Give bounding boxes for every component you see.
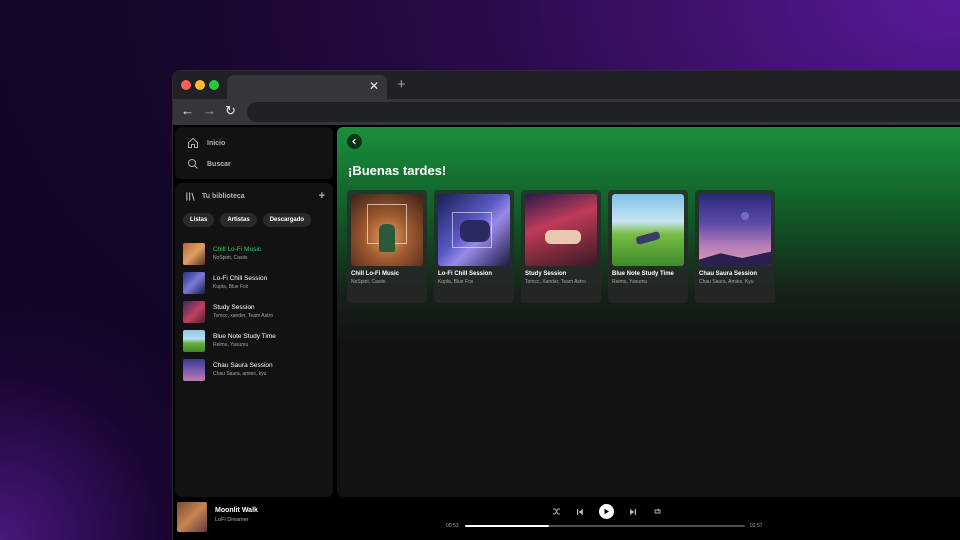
browser-toolbar: ← → ↻: [173, 99, 960, 125]
previous-icon[interactable]: [575, 507, 585, 517]
repeat-icon[interactable]: [652, 507, 662, 517]
library-filter-chips: Listas Artistas Descargado: [183, 213, 312, 227]
playlist-card[interactable]: Lo-Fi Chill Session Kupla, Blue Fox: [434, 190, 514, 303]
library-icon: [186, 191, 195, 201]
playlist-title: Lo-Fi Chill Session: [213, 275, 268, 282]
chevron-left-icon: [352, 138, 356, 145]
list-item[interactable]: Study Session Tomcc, xander, Team Astro: [183, 297, 329, 326]
browser-forward-icon[interactable]: →: [203, 103, 216, 119]
sidebar-item-search[interactable]: Buscar: [187, 156, 231, 172]
playlist-subtitle: Kupla, Blue Fox: [213, 284, 249, 290]
list-item[interactable]: Lo-Fi Chill Session Kupla, Blue Fox: [183, 268, 329, 297]
search-icon: [188, 159, 198, 169]
playlist-card[interactable]: Blue Note Study Time Reimu, Yasumu: [608, 190, 688, 303]
card-subtitle: NoSpirit, Casiio: [351, 279, 386, 285]
progress-fill: [465, 525, 549, 527]
card-subtitle: Reimu, Yasumu: [612, 279, 648, 285]
close-tab-icon[interactable]: ✕: [369, 79, 379, 93]
playlist-thumbnail: [183, 300, 205, 323]
playlist-cover: [438, 194, 510, 266]
new-tab-icon[interactable]: +: [397, 76, 406, 93]
playlist-title: Blue Note Study Time: [213, 333, 276, 340]
chip-descargado[interactable]: Descargado: [262, 213, 312, 227]
shuffle-icon[interactable]: [551, 507, 561, 517]
current-time: 00:53: [446, 523, 459, 529]
plus-icon[interactable]: +: [319, 190, 325, 202]
playlist-card[interactable]: Chau Saura Session Chau Saura, Amies, Ky…: [695, 190, 775, 303]
now-playing-art: [177, 502, 207, 532]
playback-controls: [551, 504, 662, 519]
card-title: Chill Lo-Fi Music: [351, 271, 399, 277]
card-subtitle: Tomcc, Xander, Team Astro: [525, 279, 586, 285]
playlist-subtitle: Reimu, Yasumu: [213, 342, 249, 348]
playlist-title: Study Session: [213, 304, 255, 311]
sidebar-item-label: Inicio: [207, 139, 226, 147]
card-title: Chau Saura Session: [699, 271, 758, 277]
address-bar[interactable]: [247, 102, 960, 122]
home-icon: [188, 137, 198, 148]
play-icon: [604, 508, 609, 515]
duration: 02:57: [750, 523, 763, 529]
card-subtitle: Chau Saura, Amies, Kyu: [699, 279, 754, 285]
now-playing-artist[interactable]: LoFi Dreamer: [215, 517, 249, 523]
reload-icon[interactable]: ↻: [225, 103, 236, 119]
sidebar-item-home[interactable]: Inicio: [187, 135, 225, 151]
card-title: Study Session: [525, 271, 567, 277]
playlist-thumbnail: [183, 271, 205, 294]
list-item[interactable]: Chill Lo-Fi Music NoSpirit, Casiio: [183, 239, 329, 268]
playlist-cover: [351, 194, 423, 266]
chip-listas[interactable]: Listas: [183, 213, 215, 227]
play-button[interactable]: [599, 504, 614, 519]
page-title: ¡Buenas tardes!: [348, 163, 447, 178]
browser-window: ✕ + ← → ↻ Inicio Buscar Tu biblioteca +: [172, 70, 960, 540]
playlist-subtitle: Tomcc, xander, Team Astro: [213, 313, 273, 319]
playlist-subtitle: NoSpirit, Casiio: [213, 255, 248, 261]
playlist-cover: [699, 194, 771, 266]
back-button[interactable]: [347, 134, 362, 149]
playlist-title: Chau Saura Session: [213, 362, 273, 369]
minimize-window-button[interactable]: [195, 80, 205, 90]
now-playing-title[interactable]: Moonlit Walk: [215, 507, 258, 514]
playlist-cover: [612, 194, 684, 266]
browser-back-icon[interactable]: ←: [181, 103, 194, 119]
library-panel: Tu biblioteca + Listas Artistas Descarga…: [175, 183, 333, 497]
list-item[interactable]: Blue Note Study Time Reimu, Yasumu: [183, 326, 329, 355]
playlist-card[interactable]: Chill Lo-Fi Music NoSpirit, Casiio: [347, 190, 427, 303]
playlist-thumbnail: [183, 358, 205, 381]
maximize-window-button[interactable]: [209, 80, 219, 90]
player-bar: Moonlit Walk LoFi Dreamer 00:53 02:57: [173, 497, 960, 540]
chip-artistas[interactable]: Artistas: [220, 213, 257, 227]
sidebar-item-label: Buscar: [207, 160, 231, 168]
sidebar-nav: Inicio Buscar: [175, 127, 333, 179]
card-title: Lo-Fi Chill Session: [438, 271, 493, 277]
list-item[interactable]: Chau Saura Session Chau Saura, amies, ky…: [183, 355, 329, 384]
progress-bar[interactable]: [465, 525, 745, 527]
playlist-thumbnail: [183, 329, 205, 352]
next-icon[interactable]: [628, 507, 638, 517]
card-subtitle: Kupla, Blue Fox: [438, 279, 474, 285]
main-content: ¡Buenas tardes! Chill Lo-Fi Music NoSpir…: [337, 127, 960, 497]
close-window-button[interactable]: [181, 80, 191, 90]
tab-bar: ✕ +: [173, 71, 960, 99]
library-title: Tu biblioteca: [202, 192, 245, 200]
playlist-card[interactable]: Study Session Tomcc, Xander, Team Astro: [521, 190, 601, 303]
playlist-cover: [525, 194, 597, 266]
spotify-app: Inicio Buscar Tu biblioteca + Listas Art…: [173, 125, 960, 540]
card-title: Blue Note Study Time: [612, 271, 674, 277]
playlist-subtitle: Chau Saura, amies, kyu: [213, 371, 267, 377]
library-header[interactable]: Tu biblioteca +: [185, 189, 325, 203]
playlist-cards: Chill Lo-Fi Music NoSpirit, Casiio Lo-Fi…: [347, 190, 775, 303]
library-list: Chill Lo-Fi Music NoSpirit, Casiio Lo-Fi…: [183, 239, 329, 384]
playlist-thumbnail: [183, 242, 205, 265]
playlist-title: Chill Lo-Fi Music: [213, 246, 262, 253]
browser-tab[interactable]: ✕: [227, 75, 387, 99]
